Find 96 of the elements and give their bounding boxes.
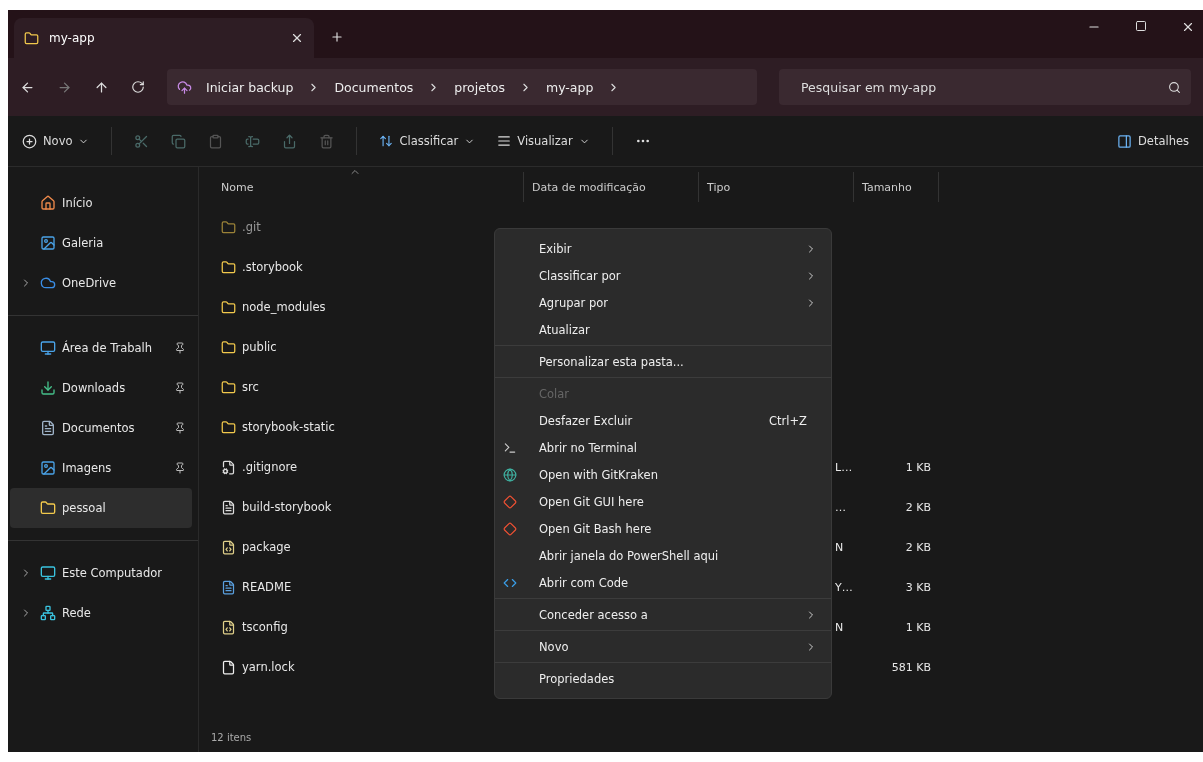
sidebar-item[interactable]: Este Computador	[10, 553, 192, 593]
sidebar-item[interactable]: pessoal	[10, 488, 192, 528]
column-header[interactable]: Tipo	[699, 172, 854, 202]
pin-icon	[174, 462, 186, 474]
diamond-icon	[503, 494, 517, 509]
sort-arrows-icon	[379, 134, 394, 148]
document-icon	[221, 579, 236, 595]
details-button[interactable]: Detalhes	[1116, 133, 1189, 149]
cut-icon	[134, 133, 150, 149]
rename-icon	[245, 133, 261, 149]
sidebar-item[interactable]: Área de Trabalh	[10, 328, 192, 368]
back-icon	[20, 79, 35, 95]
table-cell: N	[835, 620, 844, 634]
pin-icon	[174, 342, 186, 354]
refresh-icon	[131, 80, 145, 94]
table-cell: Y…	[835, 580, 853, 594]
sidebar-item[interactable]: Início	[10, 183, 192, 223]
backup-link[interactable]: Iniciar backup	[206, 79, 294, 95]
up-icon	[94, 79, 109, 95]
pin-icon	[174, 382, 186, 394]
sort-button[interactable]: Classificar	[379, 134, 476, 148]
window-tab[interactable]: my-app	[14, 18, 314, 58]
menu-item[interactable]: Exibir	[495, 235, 831, 262]
paste-icon	[208, 133, 224, 149]
tab-title: my-app	[49, 31, 96, 45]
folder-icon	[221, 299, 236, 315]
folder-icon	[221, 339, 236, 355]
code-file-icon	[221, 539, 236, 555]
menu-item[interactable]: Conceder acesso a	[495, 601, 831, 628]
breadcrumb[interactable]: projetos	[454, 79, 505, 95]
sidebar-item[interactable]: Documentos	[10, 408, 192, 448]
plus-icon	[330, 30, 344, 44]
folder-icon	[24, 30, 39, 46]
sidebar-item[interactable]: Galeria	[10, 223, 192, 263]
forward-icon	[57, 79, 72, 95]
home-icon	[40, 195, 56, 211]
table-cell: …	[835, 500, 846, 514]
pin-icon	[174, 422, 186, 434]
monitor-icon	[40, 565, 56, 581]
sidebar-item[interactable]: Rede	[10, 593, 192, 633]
panel-icon	[1116, 133, 1132, 149]
sidebar-item[interactable]: OneDrive	[10, 263, 192, 303]
config-file-icon	[221, 459, 236, 475]
folder-icon	[221, 219, 236, 235]
diamond-icon	[503, 521, 517, 536]
globe-icon	[503, 467, 517, 482]
file-icon	[221, 659, 236, 675]
document-icon	[40, 420, 56, 436]
address-bar[interactable]: Iniciar backup Documentos projetos my-app	[167, 69, 757, 105]
folder-icon	[40, 500, 56, 516]
close-icon	[290, 31, 304, 45]
sidebar-item[interactable]: Imagens	[10, 448, 192, 488]
folder-icon	[221, 379, 236, 395]
picture-icon	[40, 235, 56, 251]
menu-item[interactable]: Propriedades	[495, 665, 831, 692]
picture-icon	[40, 460, 56, 476]
network-icon	[40, 605, 56, 621]
column-header[interactable]: Nome	[199, 172, 524, 202]
table-cell-text: 2 KB	[904, 500, 932, 514]
folder-icon	[221, 419, 236, 435]
code-file-icon	[221, 619, 236, 635]
copy-icon	[171, 133, 187, 149]
monitor-icon	[40, 340, 56, 356]
status-text: 12 itens	[210, 732, 253, 745]
terminal-icon	[503, 440, 517, 455]
sidebar-item[interactable]: Downloads	[10, 368, 192, 408]
menu-item[interactable]: Abrir no Terminal	[495, 434, 831, 461]
plus-circle-icon	[22, 133, 37, 149]
cloud-icon	[40, 275, 56, 291]
close-icon	[1181, 20, 1195, 34]
table-cell: N	[835, 540, 844, 554]
file-name[interactable]: .git	[199, 219, 524, 235]
new-button[interactable]: Novo	[22, 133, 90, 149]
download-icon	[40, 380, 56, 396]
folder-icon	[221, 259, 236, 275]
menu-item[interactable]: Novo	[495, 633, 831, 660]
table-cell-text: 1 KB	[904, 620, 932, 634]
breadcrumb[interactable]: Documentos	[334, 79, 414, 95]
table-cell-text: 1 KB	[904, 460, 932, 474]
table-cell-text: 3 KB	[904, 580, 932, 594]
breadcrumb[interactable]: my-app	[546, 79, 594, 95]
cloud-backup-icon	[177, 79, 192, 95]
search-icon	[1168, 80, 1181, 94]
maximize-icon	[1135, 20, 1147, 32]
menu-item[interactable]: Personalizar esta pasta...	[495, 348, 831, 375]
menu-item[interactable]: Open Git Bash here	[495, 515, 831, 542]
document-icon	[221, 499, 236, 515]
column-header[interactable]: Data de modificação	[524, 172, 699, 202]
table-cell-text: 2 KB	[904, 540, 932, 554]
delete-icon	[319, 133, 335, 149]
column-header[interactable]: Tamanho	[854, 172, 939, 202]
table-cell-text: 581 KB	[890, 660, 932, 674]
share-icon	[282, 133, 298, 149]
table-cell: L…	[835, 460, 853, 474]
view-button[interactable]: Visualizar	[497, 134, 590, 148]
list-icon	[497, 134, 512, 148]
